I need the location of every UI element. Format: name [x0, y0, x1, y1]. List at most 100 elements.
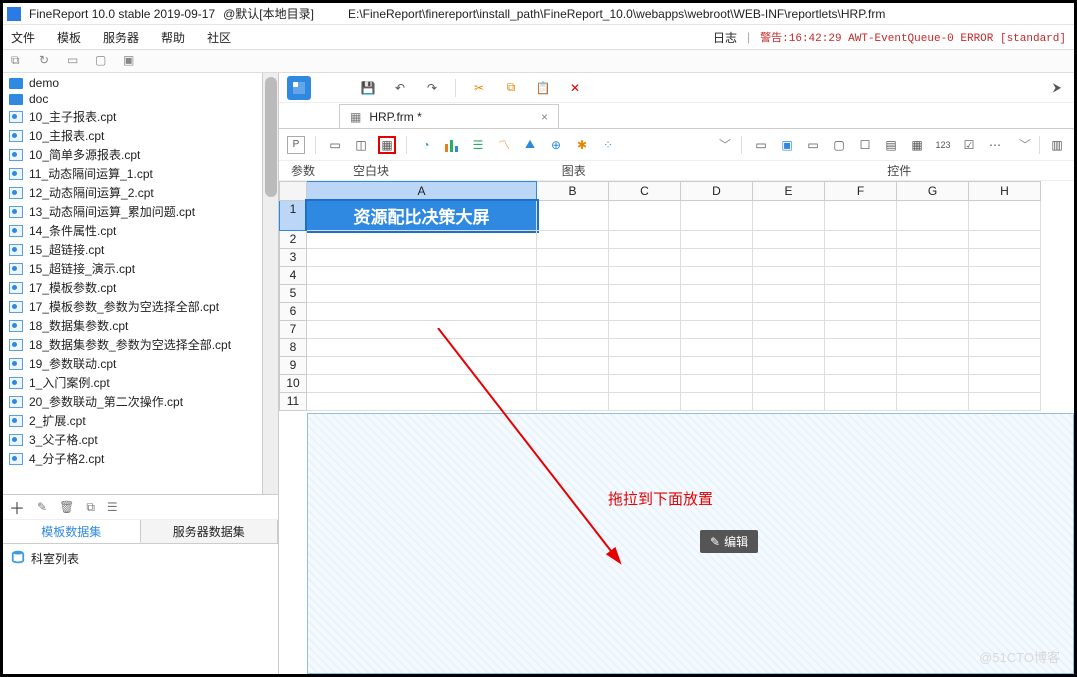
cell[interactable] [609, 339, 681, 357]
col-header-d[interactable]: D [681, 181, 753, 201]
num123-widget-icon[interactable]: 123 [934, 136, 952, 154]
tree-file[interactable]: 18_数据集参数.cpt [3, 316, 262, 335]
cell[interactable] [537, 285, 609, 303]
date-widget-icon[interactable]: ☐ [856, 136, 874, 154]
cell[interactable] [825, 321, 897, 339]
tree-file[interactable]: 17_模板参数_参数为空选择全部.cpt [3, 297, 262, 316]
dataset-list[interactable]: 科室列表 [3, 544, 278, 674]
col-header-e[interactable]: E [753, 181, 825, 201]
cell[interactable] [307, 393, 537, 411]
new-b-icon[interactable]: ▢ [95, 53, 111, 69]
stacked-bar-icon[interactable]: ☰ [469, 136, 487, 154]
cell[interactable] [609, 249, 681, 267]
tree-file[interactable]: 3_父子格.cpt [3, 430, 262, 449]
row-header[interactable]: 1 [279, 201, 307, 231]
more-widget-icon[interactable]: ▥ [1048, 136, 1066, 154]
cell[interactable] [897, 285, 969, 303]
tab-server-dataset[interactable]: 服务器数据集 [141, 520, 279, 543]
cell[interactable] [307, 357, 537, 375]
cell[interactable] [681, 321, 753, 339]
new-a-icon[interactable]: ▭ [67, 53, 83, 69]
param-icon[interactable]: P [287, 136, 305, 154]
spreadsheet[interactable]: A B C D E F G H 1 资源配比决策大屏 2 3 [279, 181, 1074, 411]
layout-split-icon[interactable]: ◫ [352, 136, 370, 154]
tree-scrollbar[interactable] [262, 73, 278, 494]
cell[interactable] [897, 375, 969, 393]
pie-chart-icon[interactable]: ◔ [417, 136, 435, 154]
menu-log[interactable]: 日志 [713, 29, 737, 46]
file-tree[interactable]: demo doc 10_主子报表.cpt 10_主报表.cpt 10_简单多源报… [3, 73, 262, 494]
cell[interactable] [537, 201, 609, 231]
cell[interactable] [897, 231, 969, 249]
cell[interactable] [537, 375, 609, 393]
number-widget-icon[interactable]: ▢ [830, 136, 848, 154]
row-header[interactable]: 7 [279, 321, 307, 339]
cell[interactable] [825, 231, 897, 249]
col-header-g[interactable]: G [897, 181, 969, 201]
row-header[interactable]: 5 [279, 285, 307, 303]
cell[interactable] [609, 231, 681, 249]
cell[interactable] [681, 249, 753, 267]
cell[interactable] [681, 357, 753, 375]
tab-template-dataset[interactable]: 模板数据集 [3, 520, 141, 543]
cell[interactable] [609, 285, 681, 303]
tree-file[interactable]: 15_超链接_演示.cpt [3, 259, 262, 278]
delete-icon[interactable]: ✕ [566, 79, 584, 97]
col-header-b[interactable]: B [537, 181, 609, 201]
tree-file[interactable]: 18_数据集参数_参数为空选择全部.cpt [3, 335, 262, 354]
cell[interactable] [681, 231, 753, 249]
cell[interactable] [753, 231, 825, 249]
tree-folder[interactable]: doc [3, 91, 262, 107]
tree-file[interactable]: 2_扩展.cpt [3, 411, 262, 430]
cell[interactable] [307, 267, 537, 285]
menu-template[interactable]: 模板 [57, 29, 81, 46]
cell[interactable] [681, 375, 753, 393]
col-header-h[interactable]: H [969, 181, 1041, 201]
cell[interactable] [609, 267, 681, 285]
cell[interactable] [753, 339, 825, 357]
cell[interactable] [681, 267, 753, 285]
menu-help[interactable]: 帮助 [161, 29, 185, 46]
cell[interactable] [537, 393, 609, 411]
row-header[interactable]: 8 [279, 339, 307, 357]
cell[interactable] [537, 303, 609, 321]
cell[interactable] [825, 339, 897, 357]
cell[interactable] [753, 375, 825, 393]
row-header[interactable]: 2 [279, 231, 307, 249]
cell[interactable] [969, 321, 1041, 339]
new-c-icon[interactable]: ▣ [123, 53, 139, 69]
refresh-icon[interactable]: ↻ [39, 53, 55, 69]
row-header[interactable]: 11 [279, 393, 307, 411]
cell[interactable] [969, 357, 1041, 375]
cell[interactable] [825, 249, 897, 267]
cell[interactable] [753, 201, 825, 231]
bar-chart-icon[interactable] [443, 136, 461, 154]
combo-widget-icon[interactable]: ▤ [882, 136, 900, 154]
cell[interactable] [537, 267, 609, 285]
cell[interactable] [897, 303, 969, 321]
table-widget-icon[interactable]: ▦ [908, 136, 926, 154]
cell[interactable] [969, 231, 1041, 249]
tree-file[interactable]: 20_参数联动_第二次操作.cpt [3, 392, 262, 411]
tree-file[interactable]: 1_入门案例.cpt [3, 373, 262, 392]
tree-file[interactable]: 13_动态隔间运算_累加问题.cpt [3, 202, 262, 221]
edit-button[interactable]: ✎ 编辑 [700, 530, 758, 553]
cell[interactable] [825, 393, 897, 411]
collapse-icon[interactable]: ⧉ [11, 53, 27, 69]
row-header[interactable]: 10 [279, 375, 307, 393]
cell[interactable] [307, 285, 537, 303]
area-chart-icon[interactable]: ⛰ [521, 136, 539, 154]
col-header-c[interactable]: C [609, 181, 681, 201]
col-header-a[interactable]: A [307, 181, 537, 201]
cell[interactable] [307, 303, 537, 321]
tree-file[interactable]: 10_主报表.cpt [3, 126, 262, 145]
copy-icon[interactable]: ⧉ [86, 500, 95, 515]
cell[interactable] [609, 303, 681, 321]
tree-file[interactable]: 12_动态隔间运算_2.cpt [3, 183, 262, 202]
cell[interactable] [307, 249, 537, 267]
cell[interactable] [897, 267, 969, 285]
globe-icon[interactable]: ⊕ [547, 136, 565, 154]
cluster-icon[interactable]: ⁘ [599, 136, 617, 154]
cell[interactable] [537, 357, 609, 375]
grid-block-icon[interactable]: ▦ [378, 136, 396, 154]
